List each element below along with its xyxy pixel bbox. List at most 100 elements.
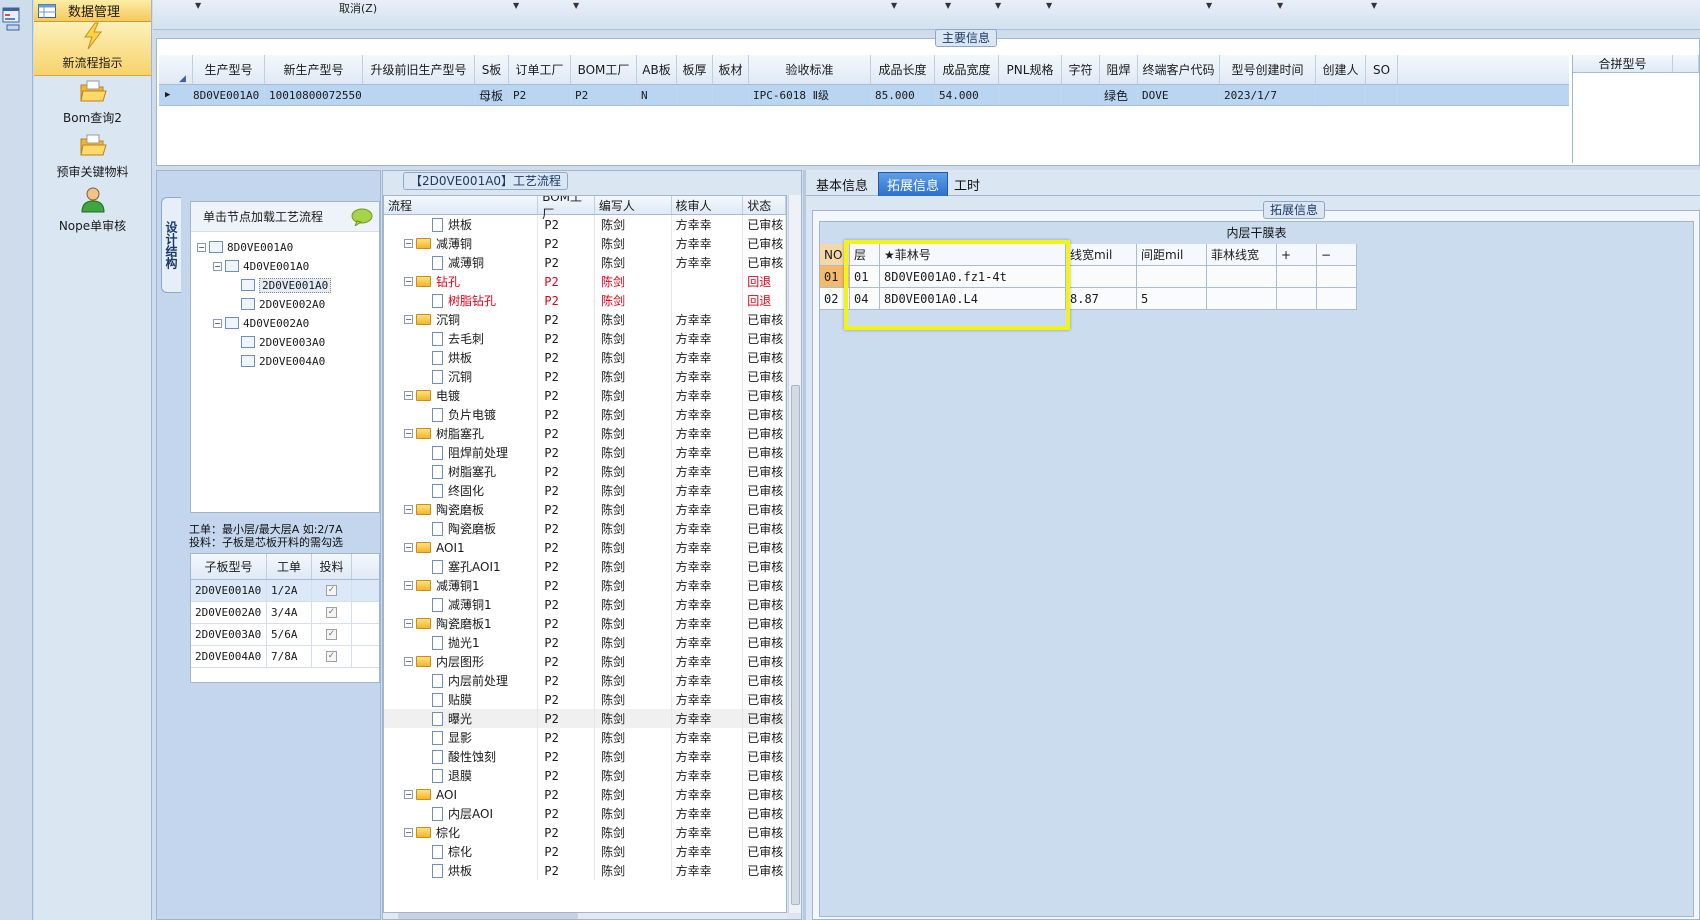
writer-cell[interactable]: 陈剑 xyxy=(595,766,672,785)
writer-cell[interactable]: 陈剑 xyxy=(595,310,672,329)
flow-step-cell[interactable]: 减薄铜1 xyxy=(384,595,539,614)
cell[interactable]: 85.000 xyxy=(871,85,935,105)
status-cell[interactable]: 已审核 xyxy=(743,557,786,576)
flow-step-cell[interactable]: 抛光1 xyxy=(384,633,539,652)
status-cell[interactable]: 已审核 xyxy=(743,861,786,880)
status-cell[interactable]: 已审核 xyxy=(743,614,786,633)
flow-row[interactable]: − 陶瓷磨板1 P2 陈剑 方幸幸 已审核 xyxy=(384,614,786,633)
nav-item-prereview-materials[interactable]: 预审关键物料 xyxy=(34,130,151,184)
column-header[interactable]: 间距mil xyxy=(1137,244,1207,266)
status-cell[interactable]: 已审核 xyxy=(743,576,786,595)
column-header[interactable]: 成品长度 xyxy=(871,55,935,84)
dropdown-arrow-icon[interactable]: ▼ xyxy=(1046,1,1052,10)
reviewer-cell[interactable]: 方幸幸 xyxy=(672,747,744,766)
flow-step-cell[interactable]: − 减薄铜 xyxy=(384,234,539,253)
bom-factory-cell[interactable]: P2 xyxy=(538,329,596,348)
cell[interactable]: 3/4A xyxy=(267,602,312,623)
flow-step-cell[interactable]: 贴膜 xyxy=(384,690,539,709)
flow-row[interactable]: − 树脂塞孔 P2 陈剑 方幸幸 已审核 xyxy=(384,424,786,443)
cell[interactable]: 01 xyxy=(850,266,880,288)
nav-item-nope-review[interactable]: Nope单审核 xyxy=(34,184,151,238)
cell[interactable]: 1/2A xyxy=(267,580,312,601)
bom-factory-cell[interactable]: P2 xyxy=(538,633,596,652)
table-row[interactable]: 2D0VE003A0 5/6A ✓ xyxy=(191,624,379,646)
bom-factory-cell[interactable]: P2 xyxy=(538,861,596,880)
reviewer-cell[interactable]: 方幸幸 xyxy=(672,861,744,880)
bom-factory-cell[interactable]: P2 xyxy=(538,234,595,253)
column-header[interactable]: AB板 xyxy=(637,55,677,84)
status-cell[interactable]: 已审核 xyxy=(743,842,786,861)
cell[interactable]: 2023/1/7 xyxy=(1220,85,1316,105)
flow-row[interactable]: − 减薄铜1 P2 陈剑 方幸幸 已审核 xyxy=(384,576,786,595)
flow-step-cell[interactable]: 塞孔AOI1 xyxy=(384,557,539,576)
flow-step-cell[interactable]: 内层AOI xyxy=(384,804,539,823)
reviewer-cell[interactable]: 方幸幸 xyxy=(672,310,744,329)
flow-row[interactable]: 去毛刺 P2 陈剑 方幸幸 已审核 xyxy=(384,329,786,348)
writer-cell[interactable]: 陈剑 xyxy=(595,842,672,861)
column-header-extra[interactable] xyxy=(1673,55,1699,72)
bom-factory-cell[interactable]: P2 xyxy=(538,386,595,405)
writer-cell[interactable]: 陈剑 xyxy=(595,633,672,652)
reviewer-cell[interactable]: 方幸幸 xyxy=(672,215,744,234)
bom-factory-cell[interactable]: P2 xyxy=(538,614,595,633)
bom-factory-cell[interactable]: P2 xyxy=(538,481,596,500)
flow-row[interactable]: 贴膜 P2 陈剑 方幸幸 已审核 xyxy=(384,690,786,709)
writer-cell[interactable]: 陈剑 xyxy=(595,234,672,253)
flow-step-cell[interactable]: 负片电镀 xyxy=(384,405,539,424)
writer-cell[interactable]: 陈剑 xyxy=(595,253,672,272)
bom-factory-cell[interactable]: P2 xyxy=(538,462,596,481)
bom-factory-cell[interactable]: P2 xyxy=(538,424,595,443)
collapse-icon[interactable]: − xyxy=(404,828,413,837)
reviewer-cell[interactable]: 方幸幸 xyxy=(672,785,744,804)
bom-factory-cell[interactable]: P2 xyxy=(538,215,596,234)
cell[interactable]: 54.000 xyxy=(935,85,999,105)
flow-step-cell[interactable]: 树脂钻孔 xyxy=(384,291,539,310)
reviewer-cell[interactable]: 方幸幸 xyxy=(672,690,744,709)
cell[interactable] xyxy=(1062,85,1100,105)
status-cell[interactable]: 回退 xyxy=(743,291,786,310)
status-cell[interactable]: 已审核 xyxy=(743,367,786,386)
writer-cell[interactable]: 陈剑 xyxy=(595,424,672,443)
cell[interactable] xyxy=(1207,266,1277,288)
status-cell[interactable]: 已审核 xyxy=(743,690,786,709)
bom-factory-cell[interactable]: P2 xyxy=(538,405,596,424)
flow-step-cell[interactable]: 减薄铜 xyxy=(384,253,539,272)
reviewer-cell[interactable]: 方幸幸 xyxy=(672,804,744,823)
table-row[interactable]: 2D0VE004A0 7/8A ✓ xyxy=(191,646,379,668)
cell[interactable]: P2 xyxy=(571,85,637,105)
tree-node-selected[interactable]: 2D0VE001A0 xyxy=(241,276,332,294)
flow-row[interactable]: 抛光1 P2 陈剑 方幸幸 已审核 xyxy=(384,633,786,652)
reviewer-cell[interactable]: 方幸幸 xyxy=(672,367,744,386)
table-row[interactable]: 2D0VE001A0 1/2A ✓ xyxy=(191,580,379,602)
cell[interactable] xyxy=(713,85,749,105)
bom-factory-cell[interactable]: P2 xyxy=(538,538,595,557)
remove-column-button[interactable]: − xyxy=(1317,244,1357,266)
flow-step-cell[interactable]: 去毛刺 xyxy=(384,329,539,348)
flow-row[interactable]: 烘板 P2 陈剑 方幸幸 已审核 xyxy=(384,348,786,367)
flow-step-cell[interactable]: − AOI1 xyxy=(384,538,539,557)
reviewer-cell[interactable]: 方幸幸 xyxy=(672,443,744,462)
dropdown-arrow-icon[interactable]: ▼ xyxy=(945,1,951,10)
flow-row[interactable]: 减薄铜1 P2 陈剑 方幸幸 已审核 xyxy=(384,595,786,614)
bom-factory-cell[interactable]: P2 xyxy=(538,519,596,538)
flow-row[interactable]: 树脂钻孔 P2 陈剑 回退 xyxy=(384,291,786,310)
flow-step-cell[interactable]: − 减薄铜1 xyxy=(384,576,539,595)
collapse-icon[interactable]: − xyxy=(404,543,413,552)
cell[interactable]: 02 xyxy=(820,288,850,310)
flow-row[interactable]: 终固化 P2 陈剑 方幸幸 已审核 xyxy=(384,481,786,500)
reviewer-cell[interactable]: 方幸幸 xyxy=(672,462,744,481)
flow-step-cell[interactable]: − 电镀 xyxy=(384,386,539,405)
bom-factory-cell[interactable]: P2 xyxy=(538,253,596,272)
bom-factory-cell[interactable]: P2 xyxy=(538,652,595,671)
reviewer-cell[interactable]: 方幸幸 xyxy=(672,671,744,690)
flow-step-cell[interactable]: 内层前处理 xyxy=(384,671,539,690)
status-cell[interactable]: 已审核 xyxy=(743,253,786,272)
flow-step-cell[interactable]: 曝光 xyxy=(384,709,539,728)
dropdown-arrow-icon[interactable]: ▼ xyxy=(573,1,579,10)
reviewer-cell[interactable]: 方幸幸 xyxy=(672,823,744,842)
flow-row[interactable]: 烘板 P2 陈剑 方幸幸 已审核 xyxy=(384,215,786,234)
writer-cell[interactable]: 陈剑 xyxy=(595,538,672,557)
cell[interactable]: 2D0VE004A0 xyxy=(191,646,267,667)
table-row[interactable]: 02 04 8D0VE001A0.L4 8.87 5 xyxy=(820,288,1357,310)
column-header[interactable]: PNL规格 xyxy=(999,55,1062,84)
